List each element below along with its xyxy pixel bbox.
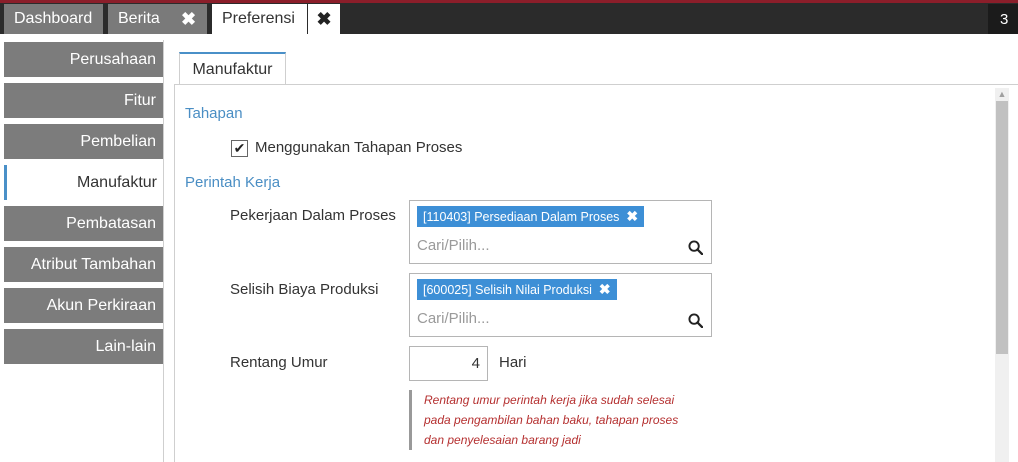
sidebar-item-akun-perkiraan[interactable]: Akun Perkiraan [4, 288, 164, 323]
note-line: Rentang umur perintah kerja jika sudah s… [424, 393, 675, 407]
preferences-sidenav: Perusahaan Fitur Pembelian Manufaktur Pe… [4, 40, 165, 462]
close-preferensi-icon[interactable]: ✖ [308, 4, 340, 34]
rentang-umur-help-note: Rentang umur perintah kerja jika sudah s… [409, 390, 709, 450]
tahapan-proses-label[interactable]: Menggunakan Tahapan Proses [255, 139, 462, 156]
wip-selected-tag: [110403] Persediaan Dalam Proses ✖ [417, 206, 645, 227]
tab-dashboard[interactable]: Dashboard [4, 4, 103, 34]
tab-berita-label: Berita [118, 10, 160, 27]
section-tahapan-heading: Tahapan [185, 105, 243, 122]
remove-tag-icon[interactable]: ✖ [599, 281, 611, 298]
close-berita-icon[interactable]: ✖ [170, 4, 207, 34]
sidebar-item-pembatasan[interactable]: Pembatasan [4, 206, 164, 241]
rentang-umur-unit: Hari [499, 354, 527, 371]
rentang-umur-input[interactable]: 4 [409, 346, 488, 381]
content-panel-border [174, 84, 175, 462]
open-tabs-count[interactable]: 3 [988, 4, 1018, 34]
selisih-account-field[interactable]: [600025] Selisih Nilai Produksi ✖ Cari/P… [409, 273, 712, 337]
rentang-umur-label: Rentang Umur [230, 354, 328, 371]
tab-preferensi-label: Preferensi [222, 10, 295, 27]
tab-dashboard-label: Dashboard [14, 10, 93, 27]
selisih-selected-tag: [600025] Selisih Nilai Produksi ✖ [417, 279, 617, 300]
tahapan-proses-checkbox[interactable]: ✔ [231, 140, 248, 157]
sidebar-item-pembelian[interactable]: Pembelian [4, 124, 164, 159]
note-line: pada pengambilan bahan baku, tahapan pro… [424, 413, 679, 427]
selisih-tag-text: [600025] Selisih Nilai Produksi [423, 282, 592, 297]
wip-search-input[interactable]: Cari/Pilih... [417, 237, 490, 254]
remove-tag-icon[interactable]: ✖ [626, 208, 638, 225]
wip-tag-text: [110403] Persediaan Dalam Proses [423, 209, 620, 224]
content-tab-divider [174, 84, 1018, 85]
search-icon[interactable] [688, 240, 703, 255]
scroll-up-icon[interactable]: ▲ [995, 88, 1009, 100]
sidenav-divider [163, 40, 164, 462]
selisih-search-input[interactable]: Cari/Pilih... [417, 310, 490, 327]
wip-label: Pekerjaan Dalam Proses [230, 207, 396, 224]
note-line: dan penyelesaian barang jadi [424, 433, 581, 447]
scrollbar-thumb[interactable] [996, 101, 1008, 354]
tab-manufaktur[interactable]: Manufaktur [179, 52, 286, 85]
sidebar-item-atribut-tambahan[interactable]: Atribut Tambahan [4, 247, 164, 282]
tab-berita[interactable]: Berita [108, 4, 170, 34]
wip-account-field[interactable]: [110403] Persediaan Dalam Proses ✖ Cari/… [409, 200, 712, 264]
search-icon[interactable] [688, 313, 703, 328]
tab-preferensi[interactable]: Preferensi [212, 4, 307, 34]
selisih-label: Selisih Biaya Produksi [230, 281, 379, 298]
sidebar-item-lain-lain[interactable]: Lain-lain [4, 329, 164, 364]
sidebar-item-perusahaan[interactable]: Perusahaan [4, 42, 164, 77]
section-perintah-kerja-heading: Perintah Kerja [185, 174, 281, 191]
top-accent-line [0, 0, 1018, 3]
sidebar-item-fitur[interactable]: Fitur [4, 83, 164, 118]
sidebar-item-manufaktur[interactable]: Manufaktur [4, 165, 165, 200]
